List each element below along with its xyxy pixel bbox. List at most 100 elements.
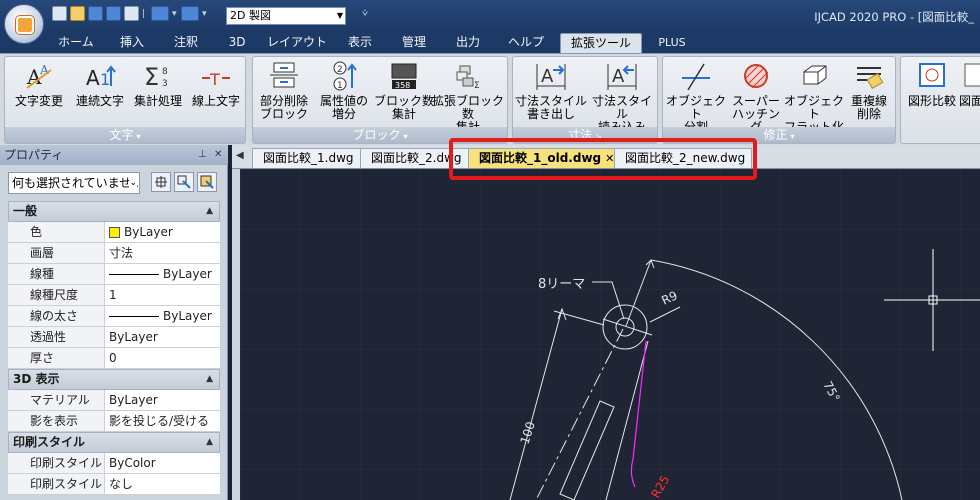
property-row[interactable]: 線の太さ ByLayer [8, 306, 220, 327]
chevron-down-icon: ▾ [790, 132, 795, 141]
flatten-object-button[interactable]: オブジェクト フラット化 [783, 60, 845, 134]
selection-value: 何も選択されていませ... [12, 176, 140, 190]
customize-qat-icon[interactable]: ⩒ [362, 8, 368, 19]
property-row[interactable]: 線種尺度 1 [8, 285, 220, 306]
export-dimstyle-button[interactable]: A 寸法スタイル 書き出し [515, 60, 587, 126]
pin-icon[interactable]: ⊥ [198, 145, 207, 165]
text-on-line-button[interactable]: T 線上文字 [187, 60, 245, 126]
undo-dropdown-icon[interactable]: ▾ [172, 8, 178, 20]
palette-resize-strip[interactable] [232, 169, 240, 500]
property-key: 線種 [8, 264, 105, 284]
sequential-text-button[interactable]: A1 連続文字 [71, 60, 129, 126]
tab-view[interactable]: 表示 [340, 32, 380, 53]
tab-insert[interactable]: 挿入 [112, 32, 152, 53]
tab-3d[interactable]: 3D [220, 32, 254, 53]
aggregate-button[interactable]: Σ8 3 集計処理 [129, 60, 187, 126]
tab-home[interactable]: ホーム [52, 32, 100, 53]
super-hatching-icon [740, 60, 772, 92]
sigma-digit-bottom: 3 [162, 79, 168, 89]
property-row[interactable]: 影を表示 影を投じる/受ける [8, 411, 220, 432]
drawing-canvas[interactable]: 8リーマ R9 75° 100 R25 [240, 169, 980, 500]
property-value: ByLayer [105, 306, 220, 326]
attribute-increment-icon: 21 [328, 60, 360, 92]
linetype-sample [109, 273, 159, 275]
property-key: 印刷スタイル [8, 453, 105, 473]
separator: | [142, 8, 146, 19]
attribute-increment-button[interactable]: 21 属性値の 増分 [315, 60, 373, 126]
tab-plus[interactable]: PLUS [652, 32, 692, 53]
section-3d-display[interactable]: 3D 表示 ▲ [8, 369, 220, 390]
group-label: 文字 [109, 128, 134, 142]
properties-palette: プロパティ ⊥ ✕ 何も選択されていませ... ⌄ 一般 ▲ 色 ByLayer 画層… [0, 145, 228, 500]
svg-text:1: 1 [337, 81, 343, 91]
quick-access-toolbar: | ▾ ▾ [52, 6, 208, 21]
properties-title: プロパティ [4, 148, 64, 162]
group-label: ブロック [352, 128, 401, 142]
selection-dropdown[interactable]: 何も選択されていませ... ⌄ [8, 172, 140, 194]
tab-manage[interactable]: 管理 [394, 32, 434, 53]
block-count-button[interactable]: 358 ブロック数 集計 [373, 60, 435, 126]
svg-text:Σ: Σ [144, 63, 159, 91]
scroll-left-icon[interactable]: ◀ [236, 150, 244, 161]
workspace-select[interactable]: 2D 製図 ▼ [226, 7, 346, 25]
property-key: 色 [8, 222, 105, 242]
svg-text:T: T [209, 70, 220, 89]
property-row[interactable]: 厚さ 0 [8, 348, 220, 369]
delete-duplicate-lines-icon [853, 60, 885, 92]
split-object-button[interactable]: オブジェクト 分割 [665, 60, 727, 134]
undo-icon[interactable] [151, 6, 169, 21]
properties-header: プロパティ ⊥ ✕ [0, 145, 228, 165]
import-dimstyle-button[interactable]: A 寸法スタイル 読み込み [587, 60, 657, 134]
toggle-pickadd-icon[interactable] [151, 172, 171, 192]
chevron-down-icon: ⌄ [129, 173, 137, 193]
title-bar: | ▾ ▾ 2D 製図 ▼ ⩒ IJCAD 2020 PRO - [図面比較_ [0, 0, 980, 32]
new-file-icon[interactable] [52, 6, 67, 21]
redo-dropdown-icon[interactable]: ▾ [202, 8, 208, 20]
extended-block-count-button[interactable]: Σ 拡張ブロック数 集計 [429, 60, 507, 134]
open-folder-icon[interactable] [70, 6, 85, 21]
tab-extension-tools[interactable]: 拡張ツール [560, 33, 642, 54]
section-general[interactable]: 一般 ▲ [8, 201, 220, 222]
super-hatching-button[interactable]: スーパー ハッチング [727, 60, 785, 134]
tab-help[interactable]: ヘルプ [500, 32, 552, 53]
doc-tab[interactable]: 図面比較_1.dwg [252, 148, 361, 168]
property-key: 線種尺度 [8, 285, 105, 305]
section-plot-style[interactable]: 印刷スタイル ▲ [8, 432, 220, 453]
redo-icon[interactable] [181, 6, 199, 21]
print-icon[interactable] [124, 6, 139, 21]
property-row[interactable]: 印刷スタイル ByColor [8, 453, 220, 474]
export-dimstyle-icon: A [535, 60, 567, 92]
partial-delete-block-label: 部分削除 ブロック [259, 94, 308, 121]
tab-annotate[interactable]: 注釈 [166, 32, 206, 53]
property-row[interactable]: 画層 寸法 [8, 243, 220, 264]
partial-delete-block-icon [268, 60, 300, 92]
save-icon[interactable] [88, 6, 103, 21]
ribbon-group-dimension: A 寸法スタイル 書き出し A 寸法スタイル 読み込み 寸法↘ [512, 56, 658, 144]
quick-select-icon[interactable] [197, 172, 217, 192]
property-row[interactable]: 透過性 ByLayer [8, 327, 220, 348]
close-icon[interactable]: ✕ [214, 145, 222, 165]
partial-delete-block-button[interactable]: 部分削除 ブロック [255, 60, 313, 126]
shape-compare-button[interactable]: 図形比較 [903, 60, 961, 126]
delete-duplicate-lines-button[interactable]: 重複線 削除 [841, 60, 897, 126]
tab-layout[interactable]: レイアウト [264, 32, 330, 53]
property-value-text: ByLayer [124, 225, 173, 239]
save-as-icon[interactable] [106, 6, 121, 21]
property-value: ByLayer [109, 330, 158, 344]
tab-output[interactable]: 出力 [448, 32, 488, 53]
text-change-button[interactable]: AA 文字変更 [9, 60, 69, 126]
drawing-compare-button[interactable]: 図面 [959, 60, 980, 126]
ribbon-group-text-label[interactable]: 文字 ▾ [5, 127, 245, 143]
select-objects-icon[interactable] [174, 172, 194, 192]
sequential-text-label: 連続文字 [75, 94, 124, 108]
application-menu-button[interactable] [4, 4, 44, 44]
ribbon-group-block: 部分削除 ブロック 21 属性値の 増分 358 ブロック数 集計 Σ 拡張ブロ… [252, 56, 508, 144]
property-value: なし [109, 477, 134, 491]
property-row[interactable]: 線種 ByLayer [8, 264, 220, 285]
chevron-down-icon: ▼ [336, 11, 343, 20]
property-row[interactable]: 色 ByLayer [8, 222, 220, 243]
property-row[interactable]: 印刷スタイル ... なし [8, 474, 220, 495]
property-value: ByColor [109, 456, 156, 470]
property-row[interactable]: マテリアル ByLayer [8, 390, 220, 411]
lineweight-sample [109, 315, 159, 317]
